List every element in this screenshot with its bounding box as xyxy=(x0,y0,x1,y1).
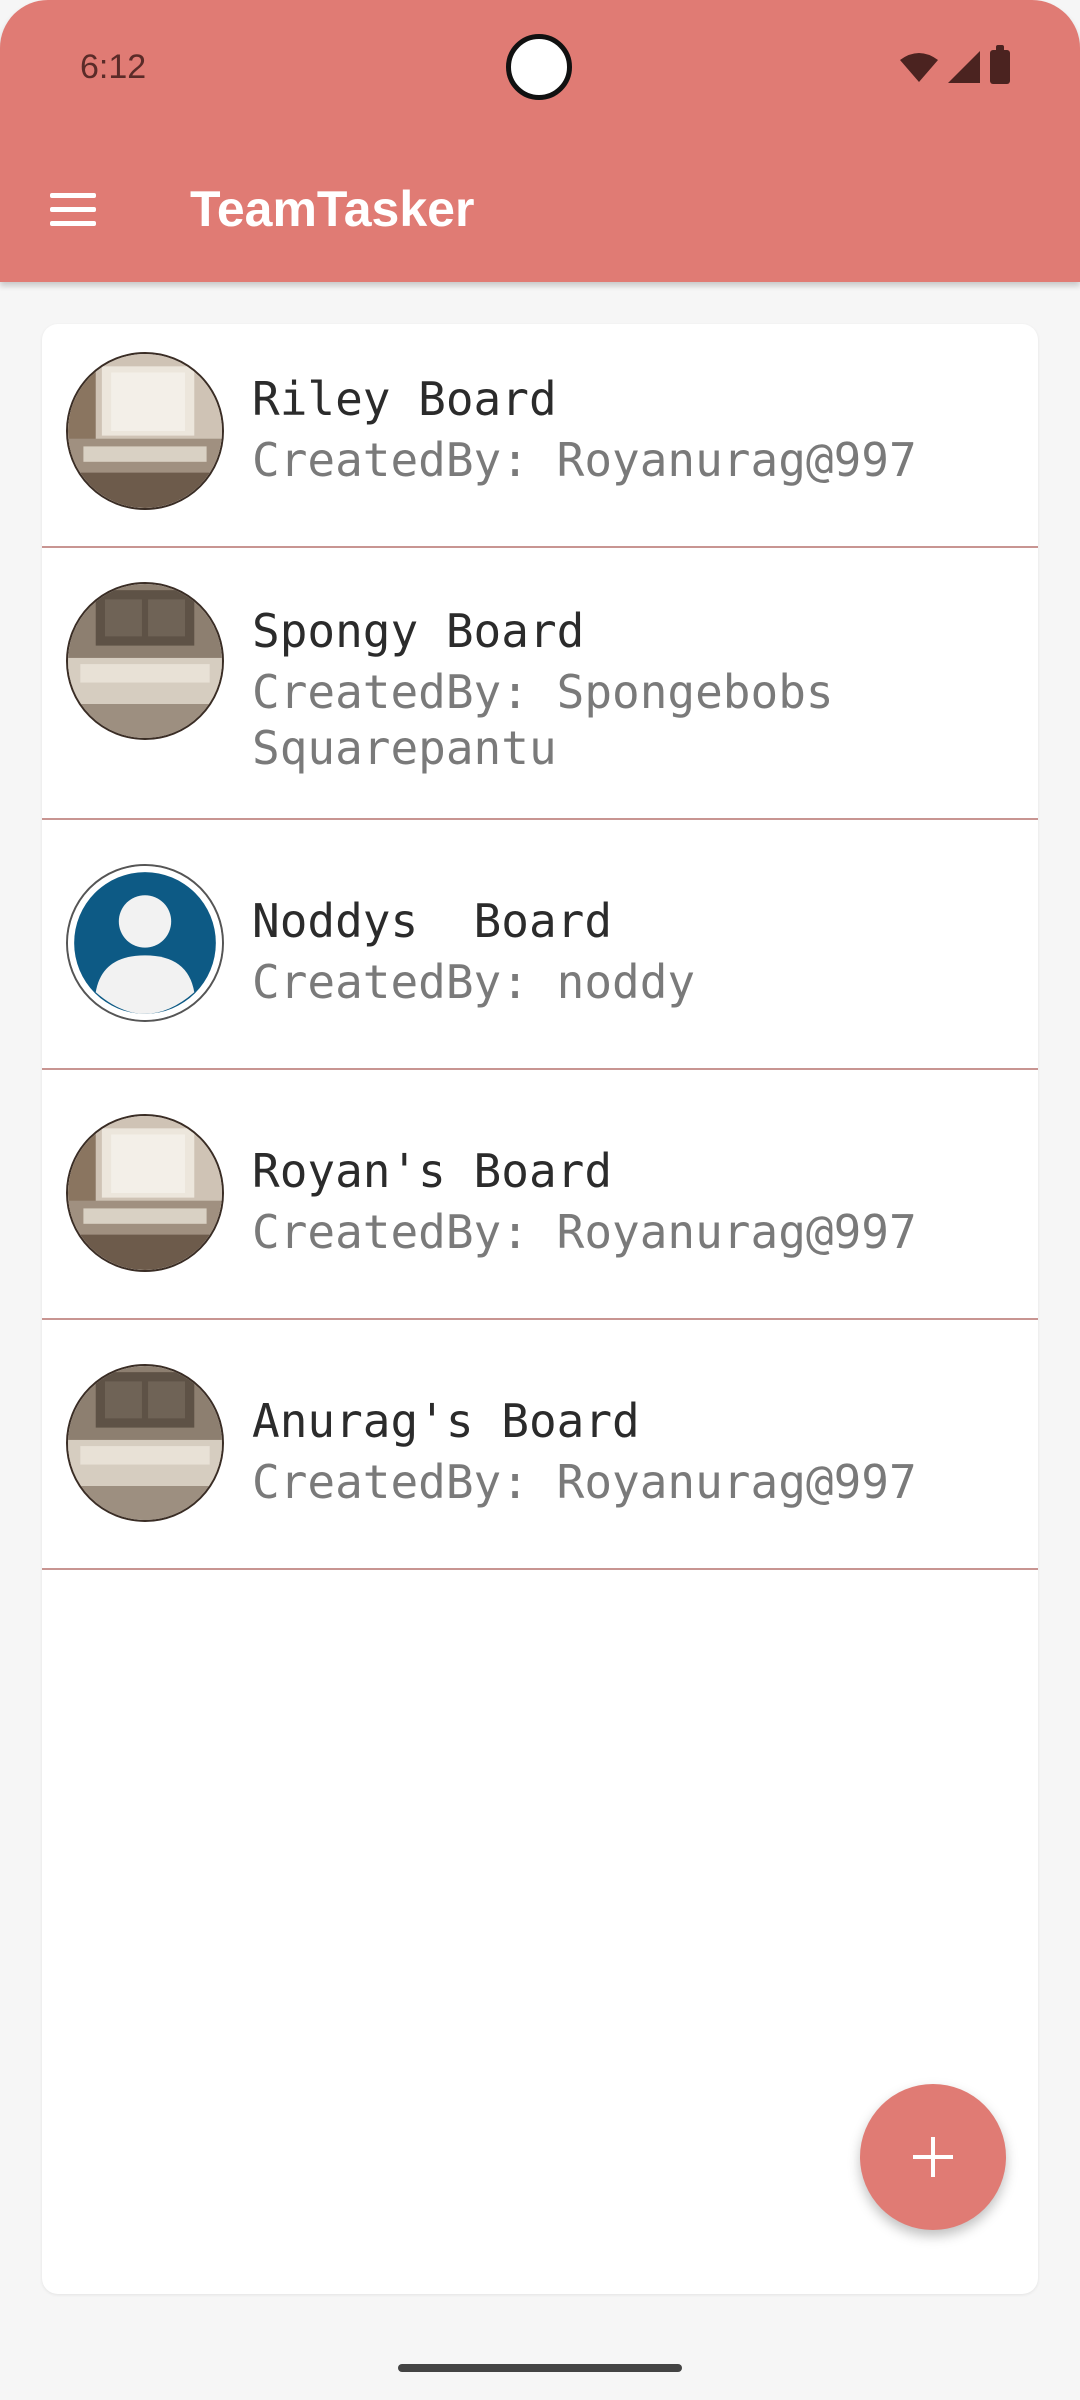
board-created-by: CreatedBy: Spongebobs Squarepantu xyxy=(252,665,862,775)
board-avatar-living-room xyxy=(66,352,224,510)
board-name: Noddys Board xyxy=(252,894,613,948)
signal-icon xyxy=(948,51,980,83)
board-avatar-sofa-room xyxy=(66,582,224,740)
menu-icon-bar xyxy=(50,192,96,198)
menu-button[interactable] xyxy=(40,176,106,242)
board-name: Riley Board xyxy=(252,372,557,426)
app-title: TeamTasker xyxy=(190,181,475,237)
board-created-by: CreatedBy: Royanurag@997 xyxy=(252,433,917,487)
board-avatar-sofa-room xyxy=(66,1364,224,1522)
menu-icon-bar xyxy=(50,220,96,226)
board-created-by: CreatedBy: Royanurag@997 xyxy=(252,1205,917,1259)
default-user-icon xyxy=(66,864,224,1022)
board-avatar-living-room xyxy=(66,1114,224,1272)
board-name: Spongy Board xyxy=(252,604,585,658)
board-row[interactable]: Riley Board CreatedBy: Royanurag@997 xyxy=(42,324,1038,548)
plus-icon xyxy=(913,2137,953,2177)
board-created-by: CreatedBy: noddy xyxy=(252,955,696,1009)
board-row[interactable]: Spongy Board CreatedBy: Spongebobs Squar… xyxy=(42,548,1038,820)
board-created-by: CreatedBy: Royanurag@997 xyxy=(252,1455,917,1509)
menu-icon-bar xyxy=(50,206,96,212)
wifi-icon xyxy=(900,53,938,82)
board-row[interactable]: Anurag's Board CreatedBy: Royanurag@997 xyxy=(42,1320,1038,1570)
gesture-nav-handle[interactable] xyxy=(398,2364,682,2372)
board-row[interactable]: Royan's Board CreatedBy: Royanurag@997 xyxy=(42,1070,1038,1320)
board-list: Riley Board CreatedBy: Royanurag@997 Spo… xyxy=(42,324,1038,2294)
add-board-button[interactable] xyxy=(860,2084,1006,2230)
app-bar: 6:12 TeamTasker xyxy=(0,0,1080,282)
board-row[interactable]: Noddys Board CreatedBy: noddy xyxy=(42,820,1038,1070)
camera-cutout xyxy=(506,34,572,100)
status-time: 6:12 xyxy=(80,48,147,86)
battery-icon xyxy=(990,45,1010,84)
status-icons xyxy=(900,45,1010,84)
board-name: Anurag's Board xyxy=(252,1394,640,1448)
board-name: Royan's Board xyxy=(252,1144,613,1198)
